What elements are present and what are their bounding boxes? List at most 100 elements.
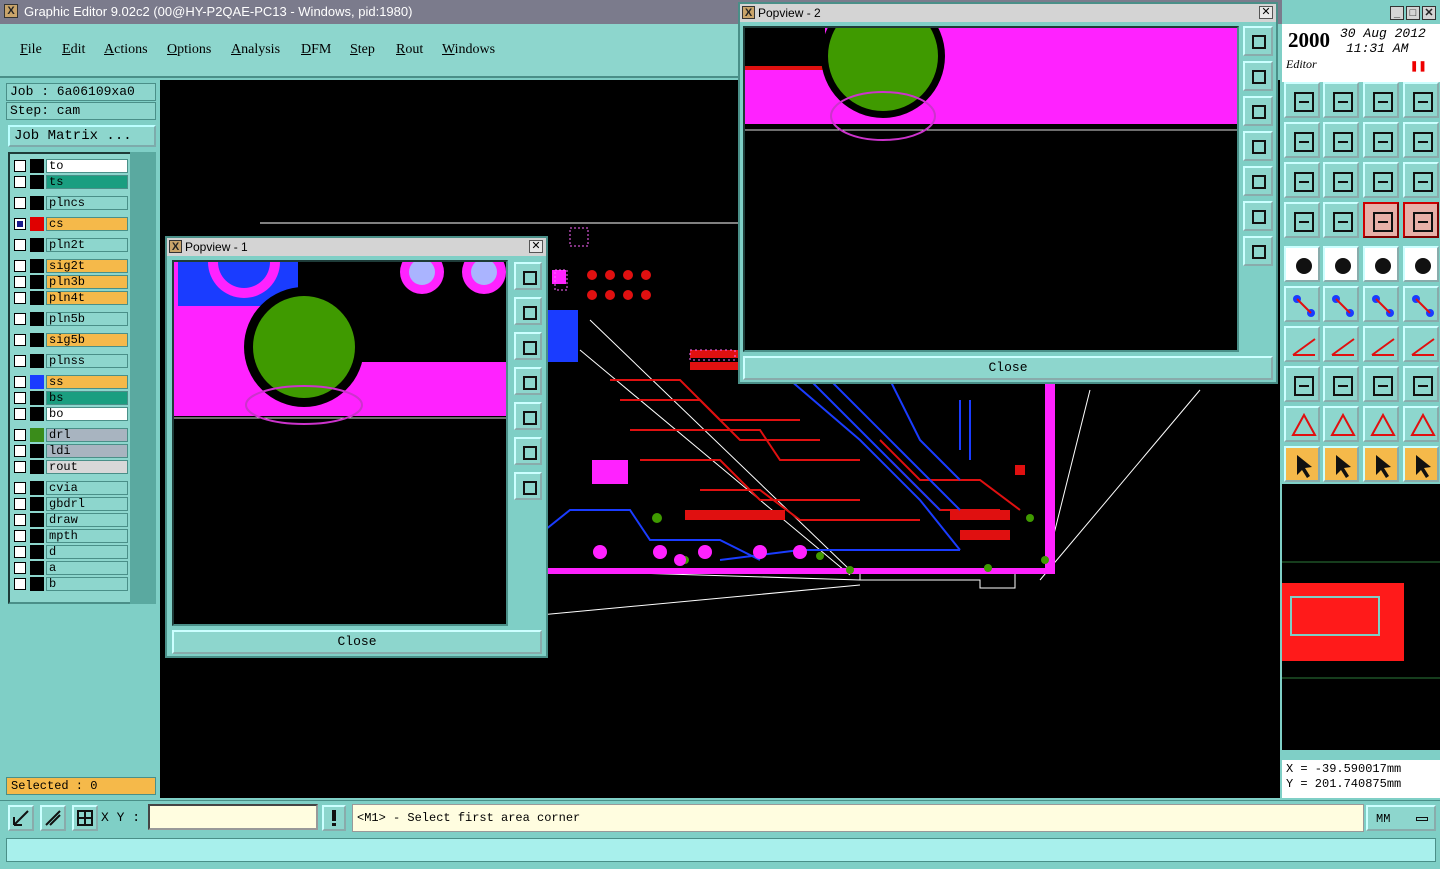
layer-checkbox[interactable] (14, 313, 26, 325)
layer-row-bs[interactable]: bs (12, 391, 130, 405)
layer-checkbox[interactable] (14, 461, 26, 473)
layer-checkbox[interactable] (14, 514, 26, 526)
layer-name[interactable]: a (46, 561, 128, 575)
popview-1-pan-down-button[interactable] (514, 332, 542, 360)
layer-row-a[interactable]: a (12, 561, 130, 575)
layer-color-swatch[interactable] (30, 259, 44, 273)
layer-color-swatch[interactable] (30, 428, 44, 442)
sidebar-zoom-out-icon[interactable] (1243, 201, 1273, 231)
job-matrix-button[interactable]: Job Matrix ... (8, 125, 156, 147)
sidebar-popup-zoom-icon[interactable] (1243, 26, 1273, 56)
layer-row-mpth[interactable]: mpth (12, 529, 130, 543)
layer-row-drl[interactable]: drl (12, 428, 130, 442)
move-right-icon[interactable] (1323, 122, 1359, 158)
popview-1-canvas[interactable] (172, 260, 508, 626)
layer-checkbox[interactable] (14, 429, 26, 441)
layer-color-swatch[interactable] (30, 196, 44, 210)
layer-name[interactable]: cvia (46, 481, 128, 495)
move-down-icon[interactable] (1323, 82, 1359, 118)
layer-color-swatch[interactable] (30, 481, 44, 495)
layer-color-swatch[interactable] (30, 577, 44, 591)
pointer-rotate-icon[interactable] (1363, 446, 1399, 482)
layer-row-ldi[interactable]: ldi (12, 444, 130, 458)
layer-checkbox[interactable] (14, 160, 26, 172)
zoom-fit-icon[interactable] (1284, 162, 1320, 198)
popview-1-pan-right-button[interactable] (514, 402, 542, 430)
popview-2-canvas[interactable] (743, 26, 1239, 352)
grid-icon[interactable] (72, 805, 98, 831)
popview-1-zoom-out-button[interactable] (514, 437, 542, 465)
layer-color-swatch[interactable] (30, 275, 44, 289)
layer-color-swatch[interactable] (30, 175, 44, 189)
layer-checkbox[interactable] (14, 260, 26, 272)
layer-checkbox[interactable] (14, 530, 26, 542)
measure-angle-icon[interactable] (1403, 406, 1439, 442)
layer-name[interactable]: to (46, 159, 128, 173)
home-icon[interactable] (1363, 82, 1399, 118)
layer-row-pln3b[interactable]: pln3b (12, 275, 130, 289)
layer-name[interactable]: ts (46, 175, 128, 189)
layer-checkbox[interactable] (14, 482, 26, 494)
slash-icon[interactable] (1323, 326, 1359, 362)
layer-color-swatch[interactable] (30, 238, 44, 252)
sidebar-pan-up-icon[interactable] (1243, 61, 1273, 91)
layer-row-b[interactable]: b (12, 577, 130, 591)
ruler-icon[interactable] (1363, 246, 1399, 282)
zoom-center-icon[interactable] (1323, 162, 1359, 198)
layer-checkbox[interactable] (14, 276, 26, 288)
layer-row-pln2t[interactable]: pln2t (12, 238, 130, 252)
move-up-icon[interactable] (1284, 82, 1320, 118)
settings-icon[interactable] (1284, 202, 1320, 238)
sidebar-pan-right-icon[interactable] (1243, 166, 1273, 196)
layer-checkbox[interactable] (14, 239, 26, 251)
layer-color-swatch[interactable] (30, 312, 44, 326)
layer-name[interactable]: bs (46, 391, 128, 405)
popview-1-zoom-home-button[interactable] (514, 262, 542, 290)
menu-rout[interactable]: Rout (396, 42, 423, 58)
layer-name[interactable]: b (46, 577, 128, 591)
layer-color-swatch[interactable] (30, 333, 44, 347)
pad-icon[interactable] (1403, 246, 1439, 282)
menu-file[interactable]: File (20, 42, 42, 58)
snap-mode-icon[interactable] (8, 805, 34, 831)
popview-1-pan-up-button[interactable] (514, 297, 542, 325)
layer-name[interactable]: drl (46, 428, 128, 442)
layer-checkbox[interactable] (14, 197, 26, 209)
layer-row-ts[interactable]: ts (12, 175, 130, 189)
layer-row-bo[interactable]: bo (12, 407, 130, 421)
group-icon[interactable] (1403, 366, 1439, 402)
layer-name[interactable]: d (46, 545, 128, 559)
pointer-select-icon[interactable] (1323, 446, 1359, 482)
line-icon[interactable] (1363, 286, 1399, 322)
peak-icon[interactable] (1363, 406, 1399, 442)
overview-map[interactable] (1282, 484, 1440, 750)
popview-1-close-button[interactable]: Close (172, 630, 542, 654)
angle-icon[interactable] (1284, 326, 1320, 362)
layer-color-swatch[interactable] (30, 375, 44, 389)
popview-1-titlebar[interactable]: X Popview - 1 ✕ (167, 238, 546, 256)
layer-checkbox[interactable] (14, 408, 26, 420)
layer-row-pln4t[interactable]: pln4t (12, 291, 130, 305)
help-icon[interactable] (1403, 162, 1439, 198)
popview-2-titlebar[interactable]: X Popview - 2 ✕ (740, 4, 1276, 22)
layer-row-to[interactable]: to (12, 159, 130, 173)
layer-color-swatch[interactable] (30, 159, 44, 173)
layer-color-swatch[interactable] (30, 391, 44, 405)
minus-icon[interactable] (1323, 366, 1359, 402)
layer-checkbox[interactable] (14, 376, 26, 388)
layer-color-swatch[interactable] (30, 529, 44, 543)
measure-icon[interactable] (40, 805, 66, 831)
redraw-icon[interactable] (1403, 122, 1439, 158)
layer-color-swatch[interactable] (30, 407, 44, 421)
sidebar-pan-down-icon[interactable] (1243, 96, 1273, 126)
select-pad-icon[interactable] (1284, 366, 1320, 402)
layer-checkbox[interactable] (14, 176, 26, 188)
mirror-icon[interactable] (1403, 326, 1439, 362)
layer-checkbox[interactable] (14, 218, 26, 230)
polarity-icon[interactable] (1323, 246, 1359, 282)
layer-checkbox[interactable] (14, 334, 26, 346)
scale-1-2-icon[interactable] (1363, 162, 1399, 198)
layer-name[interactable]: sig5b (46, 333, 128, 347)
layer-name[interactable]: pln3b (46, 275, 128, 289)
layer-checkbox[interactable] (14, 355, 26, 367)
